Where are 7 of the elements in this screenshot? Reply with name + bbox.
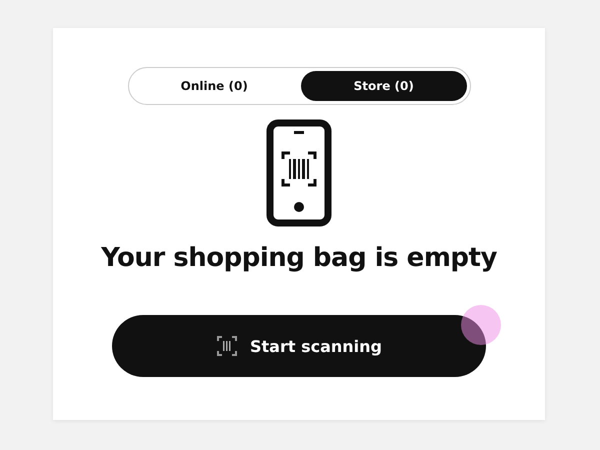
tab[interactable]: Online (0) (132, 71, 297, 101)
barcode-icon (216, 335, 238, 357)
phone-barcode-icon (266, 119, 332, 227)
tab[interactable]: Store (0) (301, 71, 466, 101)
empty-title: Your shopping bag is empty (101, 243, 497, 273)
start-scanning-button[interactable]: Start scanning (112, 315, 486, 377)
touch-indicator (461, 305, 501, 345)
